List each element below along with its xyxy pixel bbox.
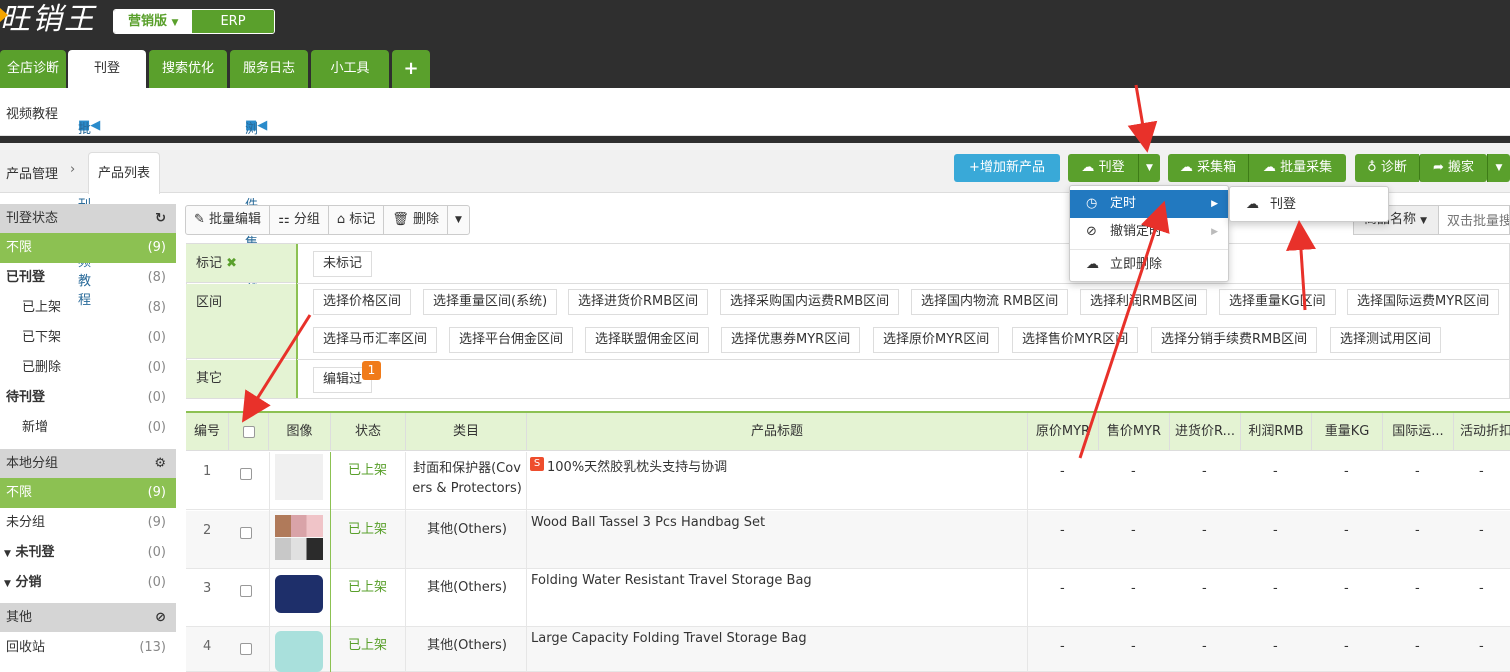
annotation-arrow	[241, 314, 312, 423]
annotation-arrow	[1078, 200, 1170, 459]
annotation-arrows	[241, 84, 1316, 459]
annotation-arrow	[1127, 84, 1158, 153]
annotation-arrow	[1286, 220, 1316, 311]
